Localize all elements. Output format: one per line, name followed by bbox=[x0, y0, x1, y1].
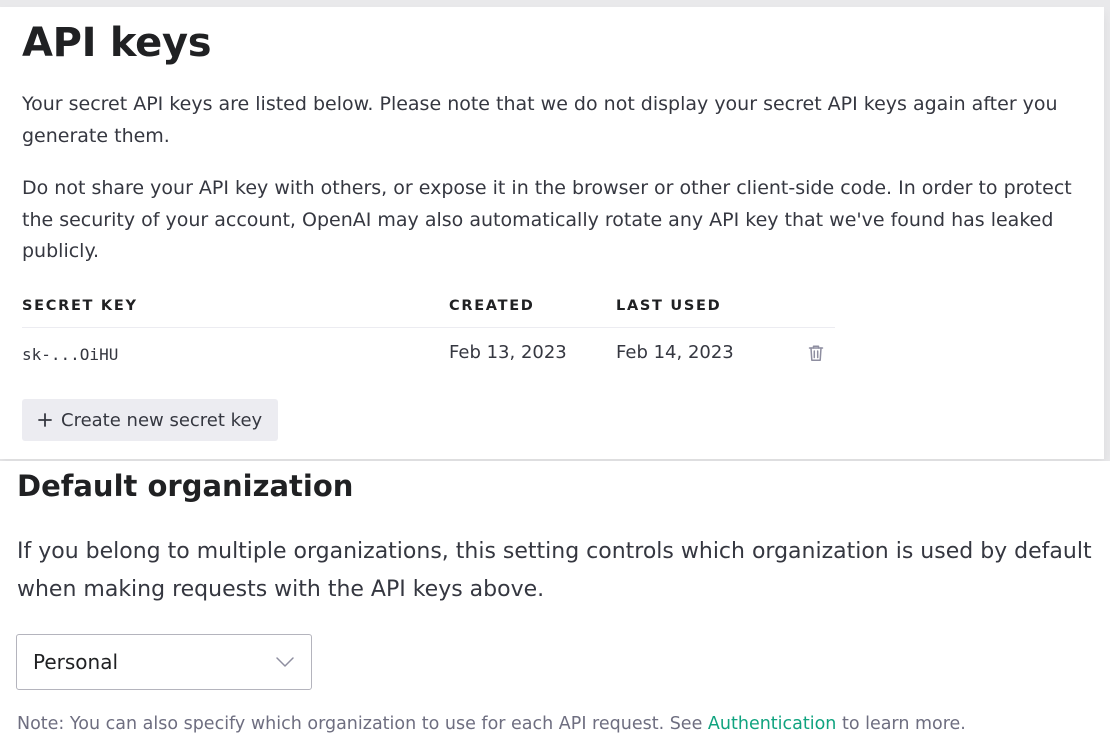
table-divider bbox=[22, 327, 835, 328]
secret-key-value: sk-...OiHU bbox=[22, 344, 118, 366]
created-date: Feb 13, 2023 bbox=[449, 342, 567, 364]
organization-select[interactable]: Personal bbox=[16, 634, 312, 690]
column-header-last-used: LAST USED bbox=[616, 298, 721, 314]
page-title: API keys bbox=[22, 23, 211, 63]
organization-select-value: Personal bbox=[33, 650, 275, 674]
note-prefix: Note: You can also specify which organiz… bbox=[17, 714, 708, 734]
default-organization-panel: Default organization If you belong to mu… bbox=[0, 461, 1110, 751]
create-secret-key-button[interactable]: Create new secret key bbox=[22, 399, 278, 441]
note-suffix: to learn more. bbox=[836, 714, 965, 734]
keys-description: Your secret API keys are listed below. P… bbox=[22, 89, 1072, 152]
section-title: Default organization bbox=[17, 469, 353, 503]
last-used-date: Feb 14, 2023 bbox=[616, 342, 734, 364]
keys-security-warning: Do not share your API key with others, o… bbox=[22, 173, 1072, 268]
create-secret-key-label: Create new secret key bbox=[61, 410, 262, 431]
organization-note: Note: You can also specify which organiz… bbox=[17, 713, 966, 735]
delete-key-button[interactable] bbox=[805, 341, 827, 365]
trash-icon bbox=[808, 344, 824, 362]
api-keys-panel: API keys Your secret API keys are listed… bbox=[0, 7, 1104, 459]
plus-icon bbox=[38, 413, 52, 427]
authentication-link[interactable]: Authentication bbox=[708, 714, 836, 734]
organization-description: If you belong to multiple organizations,… bbox=[17, 533, 1102, 609]
chevron-down-icon bbox=[275, 656, 295, 668]
column-header-created: CREATED bbox=[449, 298, 535, 314]
column-header-secret-key: SECRET KEY bbox=[22, 298, 138, 314]
